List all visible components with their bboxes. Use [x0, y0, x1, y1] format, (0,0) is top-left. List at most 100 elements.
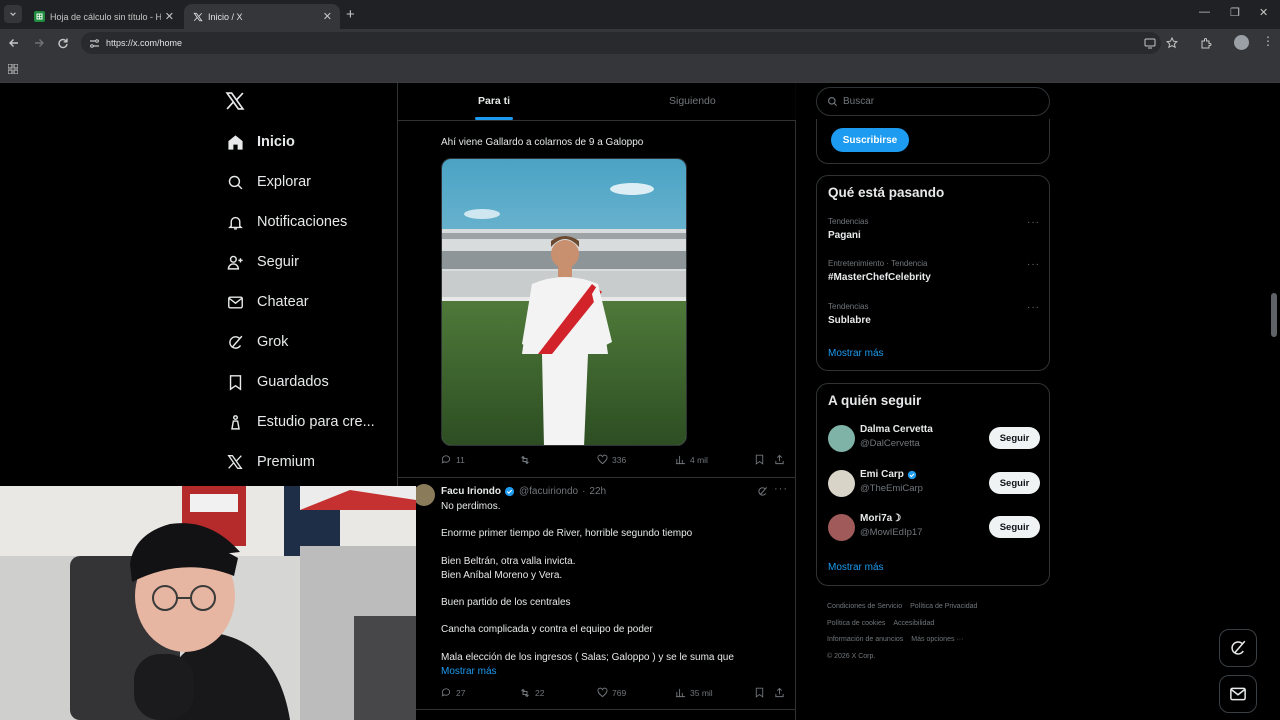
like-button[interactable]: 336 — [597, 454, 626, 465]
footer-link[interactable]: Accesibilidad — [893, 620, 934, 627]
suggestion-name: Emi Carp — [860, 469, 904, 480]
forward-icon[interactable] — [33, 37, 45, 49]
page-scrollbar[interactable] — [1271, 293, 1277, 337]
search-icon — [828, 97, 838, 107]
tweet-text: Ahí viene Gallardo a colarnos de 9 a Gal… — [441, 137, 644, 148]
trend-item[interactable]: Tendencias Pagani ··· — [828, 217, 1040, 247]
tab-para-ti[interactable]: Para ti — [478, 95, 510, 107]
views-button[interactable]: 35 mil — [675, 687, 713, 698]
extensions-icon[interactable] — [1200, 37, 1212, 49]
share-button[interactable] — [774, 687, 789, 698]
new-tab-icon[interactable]: + — [346, 6, 355, 23]
trends-panel: Qué está pasando Tendencias Pagani ··· E… — [816, 175, 1050, 371]
reload-icon[interactable] — [57, 37, 69, 49]
premium-panel: Suscribirse — [816, 119, 1050, 164]
show-more-link[interactable]: Mostrar más — [441, 665, 497, 679]
restore-icon[interactable]: ❐ — [1230, 6, 1240, 19]
browser-tab-sheets[interactable]: Hoja de cálculo sin título - Hojas ✕ — [26, 4, 182, 29]
reply-button[interactable]: 27 — [441, 687, 465, 698]
close-tab-icon[interactable]: ✕ — [323, 10, 332, 23]
avatar[interactable] — [828, 425, 855, 452]
nav-item-seguir[interactable]: Seguir — [226, 247, 299, 277]
follow-show-more-link[interactable]: Mostrar más — [828, 562, 884, 573]
tab-siguiendo[interactable]: Siguiendo — [669, 95, 716, 107]
bookmark-button[interactable] — [754, 687, 769, 698]
follow-button[interactable]: Seguir — [989, 516, 1040, 538]
footer-link[interactable]: Más opciones ··· — [911, 636, 963, 643]
browser-tab-x[interactable]: Inicio / X ✕ — [184, 4, 340, 29]
mail-icon — [1230, 687, 1246, 701]
grok-fab[interactable] — [1219, 629, 1257, 667]
nav-item-inicio[interactable]: Inicio — [226, 127, 295, 157]
nav-label: Estudio para cre... — [257, 414, 375, 430]
minimize-icon[interactable]: — — [1199, 6, 1210, 18]
menu-dots-icon[interactable]: ⋮ — [1262, 34, 1274, 48]
install-app-icon[interactable] — [1144, 37, 1156, 49]
nav-item-explorar[interactable]: Explorar — [226, 167, 311, 197]
nav-item-estudio[interactable]: Estudio para cre... — [226, 407, 375, 437]
footer-link[interactable]: Condiciones de Servicio — [827, 603, 902, 610]
follow-suggestion[interactable]: Mori7a☽ @MowIEdIp17 Seguir — [828, 512, 1040, 542]
footer-link[interactable]: Política de cookies — [827, 620, 885, 627]
follow-suggestion[interactable]: Emi Carp @TheEmiCarp Seguir — [828, 468, 1040, 498]
avatar[interactable] — [828, 470, 855, 497]
site-settings-icon[interactable] — [89, 38, 100, 49]
follow-button[interactable]: Seguir — [989, 472, 1040, 494]
trend-item[interactable]: Entretenimiento · Tendencia #MasterChefC… — [828, 259, 1040, 289]
follow-icon — [226, 253, 244, 271]
x-logo-icon — [192, 11, 203, 22]
footer-link[interactable]: Política de Privacidad — [910, 603, 977, 610]
nav-item-chatear[interactable]: Chatear — [226, 287, 309, 317]
avatar[interactable] — [828, 514, 855, 541]
tweet-time[interactable]: 22h — [589, 486, 606, 497]
reply-button[interactable]: 11 — [441, 454, 465, 465]
search-input[interactable]: Buscar — [816, 87, 1050, 116]
sheets-icon — [34, 11, 45, 22]
apps-grid-icon[interactable] — [8, 64, 18, 74]
like-button[interactable]: 769 — [597, 687, 626, 698]
bookmark-star-icon[interactable] — [1166, 37, 1178, 49]
nav-item-notificaciones[interactable]: Notificaciones — [226, 207, 347, 237]
bookmark-icon — [226, 373, 244, 391]
close-tab-icon[interactable]: ✕ — [165, 10, 174, 23]
footer-link[interactable]: Información de anuncios — [827, 636, 903, 643]
author-name[interactable]: Facu Iriondo — [441, 486, 501, 497]
more-options-icon[interactable]: ··· — [1027, 259, 1040, 270]
views-button[interactable]: 4 mil — [675, 454, 708, 465]
share-button[interactable] — [774, 454, 789, 465]
timeline: Para ti Siguiendo Ahí viene Gallardo a c… — [397, 83, 796, 720]
x-logo-icon[interactable] — [225, 91, 245, 111]
follow-button[interactable]: Seguir — [989, 427, 1040, 449]
back-icon[interactable] — [8, 37, 20, 49]
repost-button[interactable] — [519, 454, 535, 466]
share-icon — [775, 454, 784, 465]
repost-icon — [521, 455, 529, 465]
more-options-icon[interactable]: ··· — [1027, 302, 1040, 313]
avatar[interactable] — [413, 484, 435, 506]
nav-item-guardados[interactable]: Guardados — [226, 367, 329, 397]
nav-item-grok[interactable]: Grok — [226, 327, 288, 357]
more-options-icon[interactable]: ··· — [1027, 217, 1040, 228]
verified-badge-icon — [907, 470, 917, 479]
grok-icon[interactable] — [757, 486, 768, 497]
search-placeholder: Buscar — [843, 96, 875, 107]
close-window-icon[interactable]: ✕ — [1259, 6, 1268, 19]
more-options-icon[interactable]: ··· — [774, 483, 788, 495]
tweet-actions: 27 22 769 35 mil — [441, 687, 786, 703]
follow-suggestion[interactable]: Dalma Cervetta @DalCervetta Seguir — [828, 423, 1040, 453]
tab-search-button[interactable] — [4, 5, 22, 23]
subscribe-button[interactable]: Suscribirse — [831, 128, 909, 152]
tweet-image[interactable] — [441, 158, 687, 446]
nav-item-premium[interactable]: Premium — [226, 447, 315, 477]
profile-avatar[interactable] — [1234, 35, 1249, 50]
messages-fab[interactable] — [1219, 675, 1257, 713]
bookmark-button[interactable] — [754, 454, 769, 465]
repost-button[interactable]: 22 — [519, 687, 544, 699]
tab-title: Inicio / X — [208, 11, 243, 22]
author-handle[interactable]: @facuiriondo — [519, 486, 578, 497]
trend-category: Tendencias — [828, 217, 869, 226]
trends-show-more-link[interactable]: Mostrar más — [828, 348, 884, 359]
omnibox[interactable]: https://x.com/home — [81, 32, 1161, 54]
nav-label: Seguir — [257, 254, 299, 270]
trend-item[interactable]: Tendencias Sublabre ··· — [828, 302, 1040, 332]
